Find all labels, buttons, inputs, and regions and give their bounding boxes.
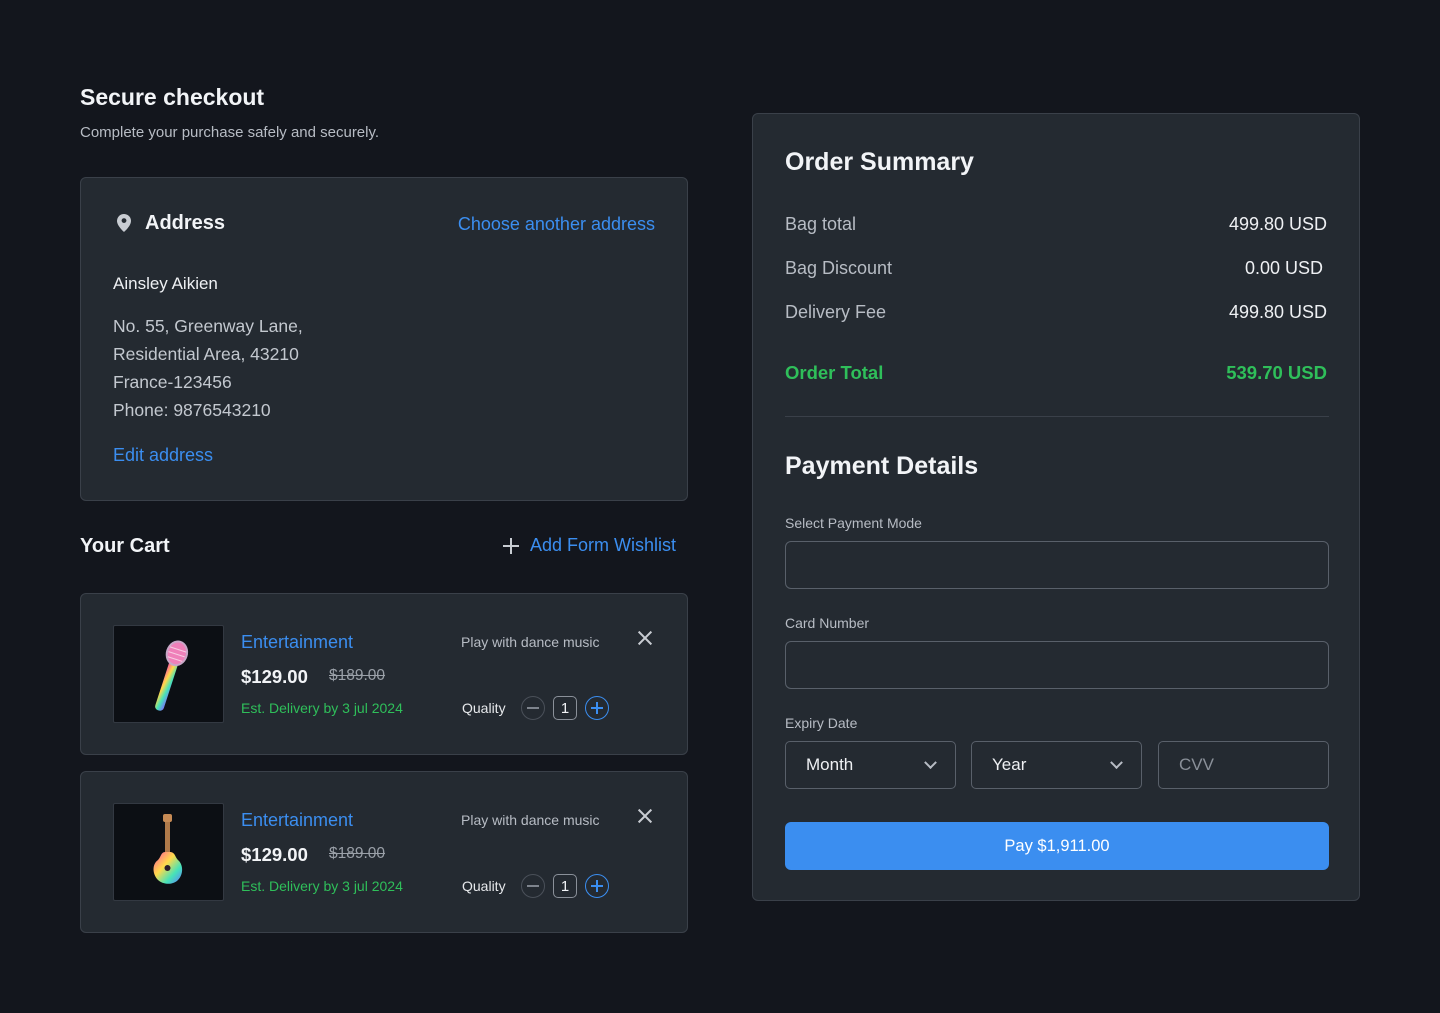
address-card: Address Choose another address Ainsley A… [80, 177, 688, 501]
pay-button[interactable]: Pay $1,911.00 [785, 822, 1329, 870]
payment-mode-select[interactable] [785, 541, 1329, 589]
item-old-price: $189.00 [329, 845, 386, 862]
increase-quantity-button[interactable] [585, 874, 609, 898]
address-line: No. 55, Greenway Lane, [113, 316, 303, 336]
cvv-placeholder: CVV [1179, 755, 1214, 774]
edit-address-link[interactable]: Edit address [113, 445, 213, 466]
item-description: Play with dance music [461, 812, 600, 828]
order-summary-panel: Order Summary Bag total 499.80 USD Bag D… [752, 113, 1360, 901]
plus-icon [591, 702, 603, 714]
page-title: Secure checkout [80, 84, 265, 110]
decrease-quantity-button[interactable] [521, 696, 545, 720]
order-total-label: Order Total [785, 362, 884, 383]
minus-icon [527, 707, 539, 709]
cart-heading: Your Cart [80, 535, 170, 557]
address-heading: Address [145, 212, 226, 234]
cart-item: Entertainment $129.00 $189.00 Est. Deliv… [80, 593, 688, 755]
item-price: $129.00 [241, 666, 308, 687]
cart-item: Entertainment $129.00 $189.00 Est. Deliv… [80, 771, 688, 933]
microphone-icon [155, 640, 189, 711]
decrease-quantity-button[interactable] [521, 874, 545, 898]
delivery-fee-label: Delivery Fee [785, 302, 887, 322]
expiry-year-select[interactable]: Year [971, 741, 1142, 789]
expiry-year-value: Year [992, 755, 1027, 774]
plus-icon [502, 537, 520, 555]
quantity-value[interactable]: 1 [553, 874, 577, 898]
guitar-icon [153, 814, 183, 884]
address-line: Residential Area, 43210 [113, 344, 299, 364]
address-line: France-123456 [113, 372, 232, 392]
bag-total-value: 499.80 USD [1228, 214, 1327, 234]
bag-discount-label: Bag Discount [785, 258, 893, 278]
payment-mode-label: Select Payment Mode [785, 515, 922, 531]
card-number-label: Card Number [785, 615, 870, 631]
location-pin-icon [117, 214, 131, 232]
quality-label: Quality [462, 878, 506, 894]
divider [785, 416, 1329, 417]
page-subtitle: Complete your purchase safely and secure… [80, 124, 380, 141]
item-old-price: $189.00 [329, 667, 386, 684]
item-description: Play with dance music [461, 634, 600, 650]
choose-another-address-link[interactable]: Choose another address [458, 214, 655, 235]
increase-quantity-button[interactable] [585, 696, 609, 720]
address-name: Ainsley Aikien [113, 274, 218, 293]
plus-icon [591, 880, 603, 892]
remove-item-close-icon[interactable] [637, 630, 653, 646]
item-category[interactable]: Entertainment [241, 632, 353, 653]
expiry-month-select[interactable]: Month [785, 741, 956, 789]
chevron-down-icon [1110, 755, 1123, 769]
expiry-date-label: Expiry Date [785, 715, 858, 731]
product-image-microphone [113, 625, 224, 723]
bag-discount-value: 0.00 USD [1244, 258, 1323, 278]
order-total-value: 539.70 USD [1226, 362, 1327, 383]
expiry-month-value: Month [806, 755, 854, 774]
bag-total-label: Bag total [785, 214, 857, 234]
item-delivery-estimate: Est. Delivery by 3 jul 2024 [241, 700, 403, 716]
add-wishlist-label: Add Form Wishlist [530, 535, 677, 555]
item-delivery-estimate: Est. Delivery by 3 jul 2024 [241, 878, 403, 894]
chevron-down-icon [924, 755, 937, 769]
payment-details-title: Payment Details [785, 452, 979, 480]
minus-icon [527, 885, 539, 887]
card-number-input[interactable] [785, 641, 1329, 689]
item-category[interactable]: Entertainment [241, 810, 353, 831]
quantity-value[interactable]: 1 [553, 696, 577, 720]
delivery-fee-value: 499.80 USD [1228, 302, 1327, 322]
remove-item-close-icon[interactable] [637, 808, 653, 824]
product-image-guitar [113, 803, 224, 901]
order-summary-title: Order Summary [785, 148, 974, 176]
quality-label: Quality [462, 700, 506, 716]
address-phone: Phone: 9876543210 [113, 400, 271, 420]
add-wishlist-button[interactable]: Add Form Wishlist [502, 535, 676, 556]
cvv-input[interactable]: CVV [1158, 741, 1329, 789]
item-price: $129.00 [241, 844, 308, 865]
